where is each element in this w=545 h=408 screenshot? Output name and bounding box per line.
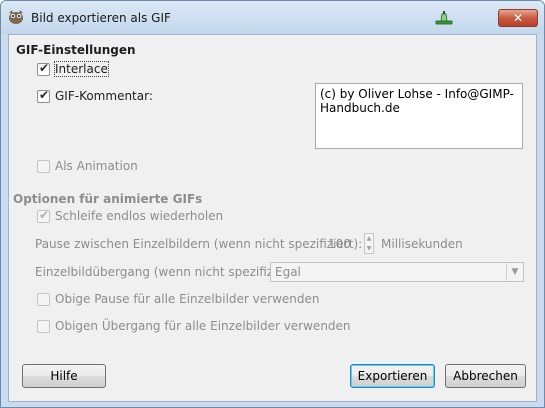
use-disposal-all-label[interactable]: Obigen Übergang für alle Einzelbilder ve… [55, 319, 351, 333]
cancel-button[interactable]: Abbrechen [445, 364, 526, 388]
use-delay-all-label[interactable]: Obige Pause für alle Einzelbilder verwen… [55, 292, 320, 306]
chevron-down-icon: ▼ [506, 263, 523, 281]
disposal-label: Einzelbildübergang (wenn nicht spezifizi… [35, 265, 303, 279]
dialog-content: GIF-Einstellungen Interlace GIF-Kommenta… [8, 34, 537, 402]
title-bar[interactable]: Bild exportieren als GIF ✕ [1, 1, 544, 34]
disposal-select[interactable]: Egal ▼ [270, 262, 524, 282]
animation-label[interactable]: Als Animation [55, 159, 138, 173]
gif-settings-heading: GIF-Einstellungen [16, 43, 136, 57]
gimp-icon [9, 10, 23, 24]
delay-stepper[interactable]: ▲ ▼ [364, 233, 374, 254]
loop-checkbox[interactable] [37, 208, 50, 223]
delay-value[interactable]: 100 [328, 237, 351, 251]
animation-options-heading: Optionen für animierte GIFs [13, 192, 203, 206]
spin-up-icon[interactable]: ▲ [365, 234, 373, 243]
interlace-checkbox[interactable] [37, 61, 50, 76]
gif-comment-field[interactable]: (c) by Oliver Lohse - Info@GIMP- Handbuc… [315, 83, 523, 149]
loop-label[interactable]: Schleife endlos wiederholen [55, 209, 223, 223]
animation-checkbox[interactable] [37, 160, 50, 173]
pin-icon[interactable] [433, 10, 455, 26]
help-button[interactable]: Hilfe [22, 364, 106, 388]
spin-down-icon[interactable]: ▼ [365, 244, 373, 253]
dialog-window: Bild exportieren als GIF ✕ GIF-Einstellu… [0, 0, 545, 408]
export-button[interactable]: Exportieren [350, 364, 435, 388]
delay-unit: Millisekunden [381, 237, 463, 251]
close-button[interactable]: ✕ [498, 9, 538, 27]
disposal-value: Egal [275, 265, 301, 279]
use-delay-all-checkbox[interactable] [37, 293, 50, 306]
window-title: Bild exportieren als GIF [31, 11, 171, 25]
gif-comment-label[interactable]: GIF-Kommentar: [55, 89, 153, 103]
close-icon: ✕ [512, 11, 524, 25]
interlace-label[interactable]: Interlace [54, 61, 109, 77]
use-disposal-all-checkbox[interactable] [37, 320, 50, 333]
delay-label: Pause zwischen Einzelbildern (wenn nicht… [35, 237, 363, 251]
gif-comment-checkbox[interactable] [37, 88, 50, 103]
